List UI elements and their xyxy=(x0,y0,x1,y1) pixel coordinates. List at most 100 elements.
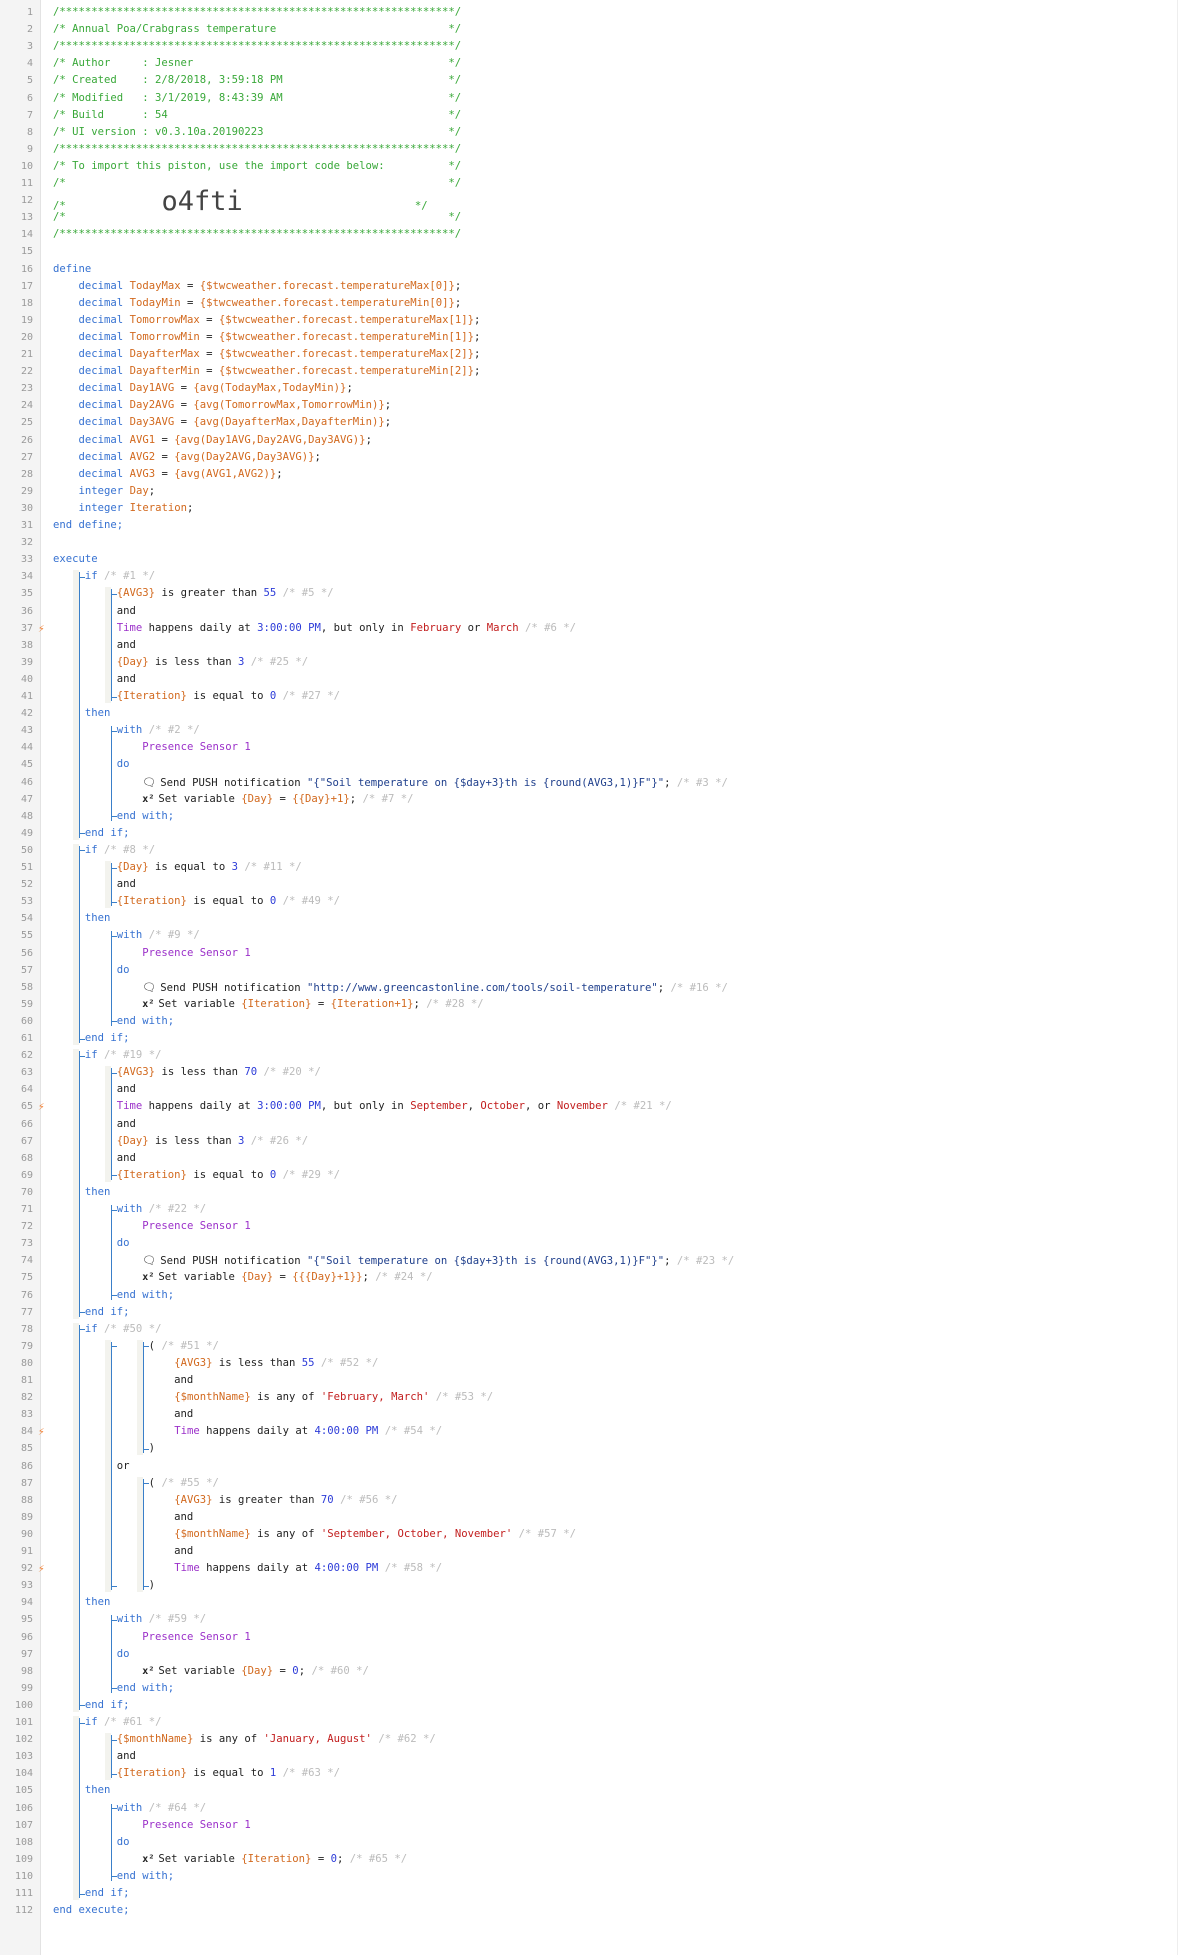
line-number: 11 xyxy=(20,178,33,189)
line-number: 102 xyxy=(14,1734,33,1746)
line-number: 45 xyxy=(20,759,33,771)
block-guide-tick xyxy=(78,833,85,835)
line-number: 27 xyxy=(20,451,33,463)
code-text: end if; xyxy=(84,1305,130,1318)
code-text: or xyxy=(53,1459,130,1472)
line-number: 86 xyxy=(20,1460,33,1472)
code-line: 90 {$monthName} is any of 'September, Oc… xyxy=(0,1526,1177,1543)
code-line: 104 {Iteration} is equal to 1 /* #63 */ xyxy=(0,1765,1177,1782)
code-line: 9 /**************************************… xyxy=(0,141,1177,158)
code-line: 23 decimal Day1AVG = {avg(TodayMax,Today… xyxy=(0,380,1177,397)
code-line: 3 /**************************************… xyxy=(0,38,1177,55)
block-guide xyxy=(111,1341,113,1591)
line-number: 47 xyxy=(20,793,33,805)
code-text: /* UI version : v0.3.10a.20190223 */ xyxy=(53,125,462,138)
code-text: /***************************************… xyxy=(53,6,462,18)
code-line: 40 and xyxy=(0,671,1177,688)
code-text: Presence Sensor 1 xyxy=(142,946,251,959)
code-text: if /* #8 */ xyxy=(84,843,156,856)
line-number: 46 xyxy=(20,776,33,788)
code-text: and xyxy=(53,1083,136,1096)
line-number: 77 xyxy=(20,1306,33,1318)
block-guide xyxy=(78,845,80,1044)
code-line: 37 ⚡ Time happens daily at 3:00:00 PM, bu… xyxy=(0,620,1177,637)
block-guide-tick xyxy=(78,850,85,852)
code-line: 38 and xyxy=(0,637,1177,654)
code-line: 111 end if; xyxy=(0,1885,1177,1902)
code-line: 99 end with; xyxy=(0,1680,1177,1697)
line-number: 89 xyxy=(20,1511,33,1523)
code-editor[interactable]: 1 /**************************************… xyxy=(0,0,1178,1955)
code-text: {Day} is equal to 3 /* #11 */ xyxy=(116,861,302,873)
block-guide-tick xyxy=(111,1175,118,1177)
code-text: {AVG3} is less than 55 /* #52 */ xyxy=(174,1356,379,1369)
line-number: 57 xyxy=(20,964,33,976)
line-number: 91 xyxy=(20,1546,33,1557)
block-guide-tick xyxy=(111,1209,118,1211)
block-guide xyxy=(111,931,113,1026)
block-guide-tick xyxy=(78,1722,85,1724)
code-text: Time happens daily at 3:00:00 PM, but on… xyxy=(116,1100,672,1113)
line-number: 107 xyxy=(14,1819,33,1831)
block-guide xyxy=(143,1478,145,1591)
code-line: 67 {Day} is less than 3 /* #26 */ xyxy=(0,1133,1177,1150)
line-number: 9 xyxy=(26,143,33,155)
block-guide xyxy=(78,1324,80,1710)
block-guide xyxy=(111,1803,113,1881)
line-number: 69 xyxy=(20,1169,33,1181)
code-line: 64 and xyxy=(0,1081,1177,1098)
code-text: and xyxy=(53,1117,136,1130)
block-guide-tick xyxy=(111,1739,118,1741)
code-line: 89 and xyxy=(0,1509,1177,1526)
code-text: end execute; xyxy=(53,1904,130,1917)
line-number: 23 xyxy=(20,383,33,395)
block-guide-tick xyxy=(111,1808,118,1810)
code-line: 22 decimal DayafterMin = {$twcweather.fo… xyxy=(0,363,1177,380)
code-text: if /* #50 */ xyxy=(84,1322,162,1335)
trigger-bolt-icon: ⚡ xyxy=(38,1562,45,1576)
line-number: 108 xyxy=(14,1836,33,1848)
line-number: 70 xyxy=(20,1186,33,1198)
code-line: 85 ) xyxy=(0,1440,1177,1457)
line-number: 24 xyxy=(20,400,33,412)
line-number: 49 xyxy=(20,827,33,839)
line-number: 36 xyxy=(20,605,33,617)
line-number: 7 xyxy=(26,109,33,121)
line-number: 43 xyxy=(20,725,33,737)
code-text: and xyxy=(53,1750,136,1763)
code-text: end define; xyxy=(53,519,124,531)
code-line: 49 end if; xyxy=(0,825,1177,842)
code-line: 98 x² Set variable {Day} = 0; /* #60 */ xyxy=(0,1663,1177,1680)
block-guide xyxy=(111,1735,113,1779)
code-line: 83 and xyxy=(0,1406,1177,1423)
code-text: x² Set variable {Day} = 0; /* #60 */ xyxy=(142,1664,369,1677)
code-line: 61 end if; xyxy=(0,1030,1177,1047)
code-line: 97 do xyxy=(0,1646,1177,1663)
code-text: do xyxy=(116,963,130,976)
code-text: end if; xyxy=(84,1887,130,1899)
block-guide-tick xyxy=(78,1312,85,1314)
line-number: 31 xyxy=(20,520,33,531)
code-line: 55 with /* #9 */ xyxy=(0,927,1177,944)
code-line: 54 then xyxy=(0,910,1177,927)
code-line: 112 end execute; xyxy=(0,1902,1177,1919)
code-text: {Iteration} is equal to 0 /* #29 */ xyxy=(116,1168,341,1181)
code-text: 🗨 Send PUSH notification "{"Soil temperat… xyxy=(142,775,728,789)
line-number: 4 xyxy=(26,58,33,70)
code-line: 91 and xyxy=(0,1543,1177,1560)
line-number: 14 xyxy=(20,229,33,241)
line-number: 13 xyxy=(20,212,33,224)
line-number: 66 xyxy=(20,1118,33,1130)
code-line: 92 ⚡ Time happens daily at 4:00:00 PM /* … xyxy=(0,1560,1177,1577)
code-line: 18 decimal TodayMin = {$twcweather.forec… xyxy=(0,295,1177,312)
line-number: 12 xyxy=(20,195,33,207)
code-line: 69 {Iteration} is equal to 0 /* #29 */ xyxy=(0,1167,1177,1184)
code-line: 59 x² Set variable {Iteration} = {Iterati… xyxy=(0,996,1177,1013)
code-text: then xyxy=(84,1784,111,1797)
block-guide-tick xyxy=(143,1483,150,1485)
block-guide-tick xyxy=(111,1295,118,1297)
code-text: /* Author : Jesner */ xyxy=(53,57,462,70)
code-line: 17 decimal TodayMax = {$twcweather.forec… xyxy=(0,278,1177,295)
code-line: 24 decimal Day2AVG = {avg(TomorrowMax,To… xyxy=(0,397,1177,414)
line-number: 2 xyxy=(26,24,33,36)
